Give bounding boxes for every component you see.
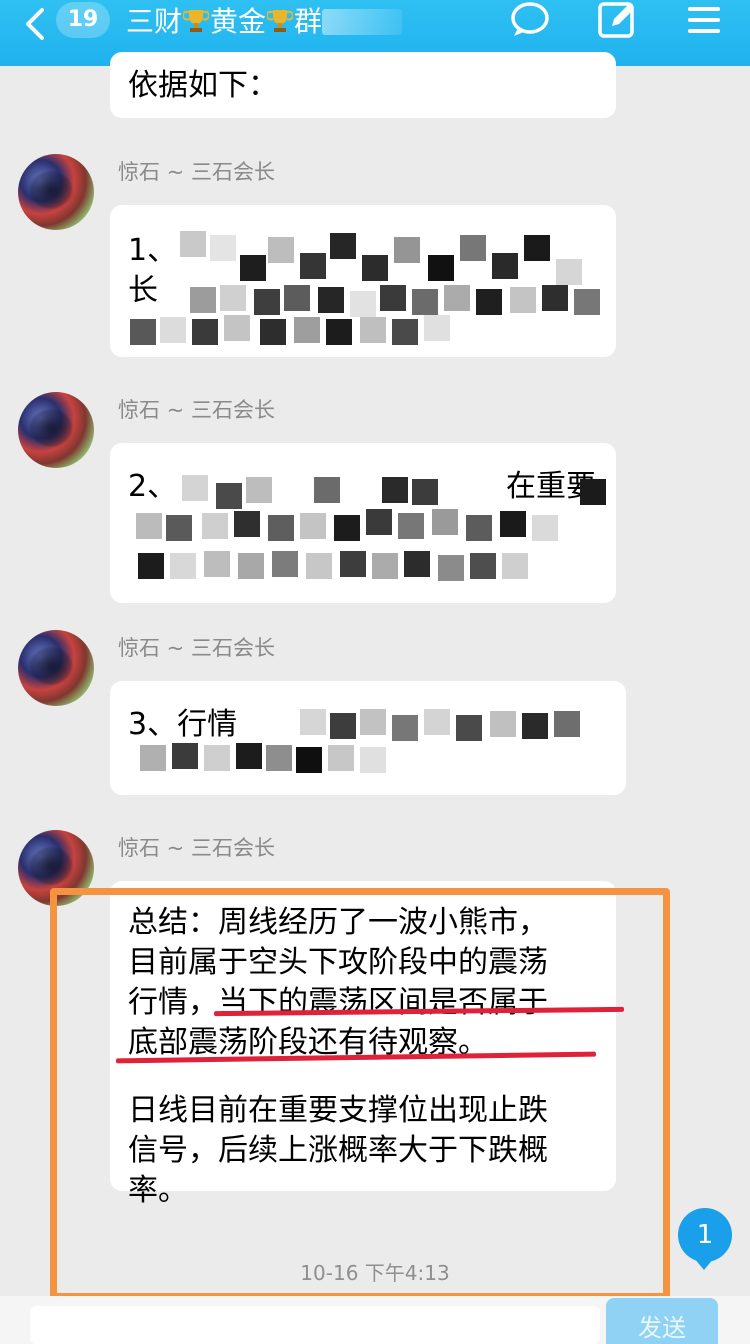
menu-icon xyxy=(688,7,720,33)
menu-button[interactable] xyxy=(684,0,732,44)
redacted-content xyxy=(130,225,600,345)
trophy-icon xyxy=(267,10,294,32)
avatar[interactable] xyxy=(18,392,94,468)
message-timestamp: 10-16 下午4:13 xyxy=(300,1261,450,1285)
highlight-box-annotation xyxy=(50,888,670,1300)
title-part2: 黄金 xyxy=(210,5,267,38)
avatar[interactable] xyxy=(18,630,94,706)
message-bubble[interactable]: 3、行情 xyxy=(110,681,626,795)
title-part1: 三财 xyxy=(126,5,183,38)
avatar[interactable] xyxy=(18,154,94,230)
redacted-title xyxy=(322,9,403,35)
message-input[interactable] xyxy=(30,1306,600,1344)
chat-tab-button[interactable] xyxy=(508,0,556,44)
send-button[interactable]: 发送 xyxy=(606,1298,718,1344)
chat-bubble-icon xyxy=(511,2,549,36)
unread-count-badge[interactable]: 19 xyxy=(56,2,110,38)
redacted-content xyxy=(136,469,606,593)
redacted-content xyxy=(140,701,610,793)
trophy-icon xyxy=(183,10,210,32)
sender-name: 惊石 ~ 三石会长 xyxy=(118,836,275,860)
edit-button[interactable] xyxy=(596,0,644,44)
sender-name: 惊石 ~ 三石会长 xyxy=(118,160,275,184)
message-bubble[interactable]: 1、 长 xyxy=(110,205,616,357)
sender-name: 惊石 ~ 三石会长 xyxy=(118,398,275,422)
title-part3: 群 xyxy=(294,5,323,38)
new-message-count-bubble[interactable]: 1 xyxy=(678,1208,732,1270)
sender-name: 惊石 ~ 三石会长 xyxy=(118,636,275,660)
group-title: 三财 黄金 群 xyxy=(126,2,403,42)
message-bubble[interactable]: 依据如下： xyxy=(110,52,616,118)
chevron-left-icon xyxy=(26,8,44,40)
message-text: 依据如下： xyxy=(128,68,278,103)
message-bubble[interactable]: 2、 在重要 xyxy=(110,443,616,603)
back-button[interactable] xyxy=(18,4,58,44)
edit-icon xyxy=(598,2,634,38)
